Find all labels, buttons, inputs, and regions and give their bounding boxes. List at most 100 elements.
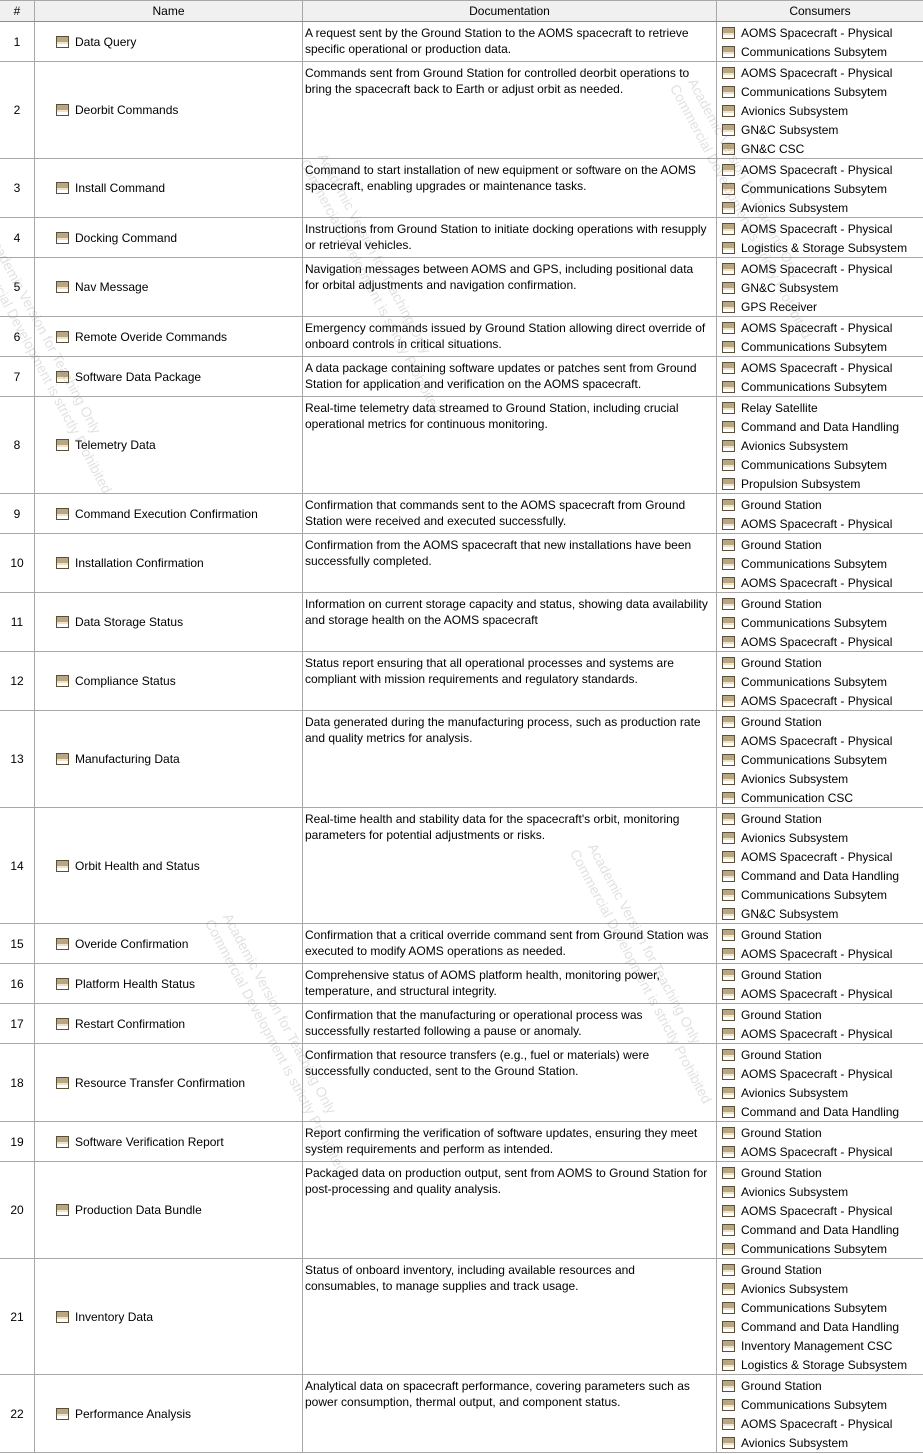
consumers-cell[interactable]: AOMS Spacecraft - Physical Communications… xyxy=(717,159,923,217)
table-row[interactable]: 6 Remote Overide Commands Emergency comman… xyxy=(0,317,923,357)
name-cell[interactable]: Inventory Data xyxy=(35,1259,303,1374)
name-cell[interactable]: Command Execution Confirmation xyxy=(35,494,303,533)
consumer-item[interactable]: GPS Receiver xyxy=(717,297,923,316)
consumers-cell[interactable]: Ground Station Avionics Subsystem AOMS Spa… xyxy=(717,808,923,923)
consumer-item[interactable]: Logistics & Storage Subsystem xyxy=(717,238,923,257)
documentation-cell[interactable]: Confirmation that the manufacturing or o… xyxy=(303,1004,717,1043)
table-row[interactable]: 14 Orbit Health and Status Real-time healt… xyxy=(0,808,923,924)
column-header-name[interactable]: Name xyxy=(35,1,303,21)
consumers-cell[interactable]: Ground Station Communications Subsytem AOM… xyxy=(717,1375,923,1452)
consumer-item[interactable]: Communications Subsytem xyxy=(717,885,923,904)
consumers-cell[interactable]: Ground Station AOMS Spacecraft - Physical… xyxy=(717,1044,923,1121)
consumer-item[interactable]: Relay Satellite xyxy=(717,398,923,417)
consumers-cell[interactable]: Ground Station AOMS Spacecraft - Physical… xyxy=(717,711,923,807)
consumer-item[interactable]: GN&C Subsystem xyxy=(717,278,923,297)
consumer-item[interactable]: Ground Station xyxy=(717,594,923,613)
table-row[interactable]: 7 Software Data Package A data package con… xyxy=(0,357,923,397)
consumer-item[interactable]: AOMS Spacecraft - Physical xyxy=(717,847,923,866)
consumers-cell[interactable]: AOMS Spacecraft - Physical Communications… xyxy=(717,62,923,158)
name-cell[interactable]: Platform Health Status xyxy=(35,964,303,1003)
table-row[interactable]: 3 Install Command Command to start install… xyxy=(0,159,923,218)
consumers-cell[interactable]: Ground Station Communications Subsytem AOM… xyxy=(717,652,923,710)
consumer-item[interactable]: Communications Subsytem xyxy=(717,179,923,198)
name-cell[interactable]: Orbit Health and Status xyxy=(35,808,303,923)
table-row[interactable]: 8 Telemetry Data Real-time telemetry data … xyxy=(0,397,923,494)
consumer-item[interactable]: AOMS Spacecraft - Physical xyxy=(717,731,923,750)
consumer-item[interactable]: GN&C Subsystem xyxy=(717,120,923,139)
consumer-item[interactable]: Communications Subsytem xyxy=(717,1298,923,1317)
table-row[interactable]: 9 Command Execution Confirmation Confirmat… xyxy=(0,494,923,534)
consumer-item[interactable]: AOMS Spacecraft - Physical xyxy=(717,1201,923,1220)
consumer-item[interactable]: Ground Station xyxy=(717,712,923,731)
consumer-item[interactable]: Ground Station xyxy=(717,535,923,554)
consumer-item[interactable]: AOMS Spacecraft - Physical xyxy=(717,219,923,238)
consumer-item[interactable]: Communications Subsytem xyxy=(717,377,923,396)
documentation-cell[interactable]: A data package containing software updat… xyxy=(303,357,717,396)
consumer-item[interactable]: Propulsion Subsystem xyxy=(717,474,923,493)
consumer-item[interactable]: Ground Station xyxy=(717,1163,923,1182)
table-row[interactable]: 2 Deorbit Commands Commands sent from Grou… xyxy=(0,62,923,159)
consumer-item[interactable]: Communications Subsytem xyxy=(717,1239,923,1258)
name-cell[interactable]: Manufacturing Data xyxy=(35,711,303,807)
consumer-item[interactable]: GN&C CSC xyxy=(717,139,923,158)
table-row[interactable]: 10 Installation Confirmation Confirmation … xyxy=(0,534,923,593)
consumer-item[interactable]: Ground Station xyxy=(717,1123,923,1142)
consumer-item[interactable]: Communications Subsytem xyxy=(717,554,923,573)
documentation-cell[interactable]: A request sent by the Ground Station to … xyxy=(303,22,717,61)
table-row[interactable]: 19 Software Verification Report Report con… xyxy=(0,1122,923,1162)
name-cell[interactable]: Restart Confirmation xyxy=(35,1004,303,1043)
documentation-cell[interactable]: Status of onboard inventory, including a… xyxy=(303,1259,717,1374)
documentation-cell[interactable]: Data generated during the manufacturing … xyxy=(303,711,717,807)
name-cell[interactable]: Installation Confirmation xyxy=(35,534,303,592)
consumer-item[interactable]: Communications Subsytem xyxy=(717,42,923,61)
table-row[interactable]: 20 Production Data Bundle Packaged data on… xyxy=(0,1162,923,1259)
consumer-item[interactable]: AOMS Spacecraft - Physical xyxy=(717,573,923,592)
consumers-cell[interactable]: Ground Station Communications Subsytem AOM… xyxy=(717,593,923,651)
consumer-item[interactable]: Command and Data Handling xyxy=(717,1102,923,1121)
consumer-item[interactable]: Avionics Subsystem xyxy=(717,1083,923,1102)
consumers-cell[interactable]: Ground Station Avionics Subsystem AOMS Spa… xyxy=(717,1162,923,1258)
name-cell[interactable]: Data Query xyxy=(35,22,303,61)
name-cell[interactable]: Deorbit Commands xyxy=(35,62,303,158)
consumer-item[interactable]: Avionics Subsystem xyxy=(717,1279,923,1298)
documentation-cell[interactable]: Status report ensuring that all operatio… xyxy=(303,652,717,710)
consumers-cell[interactable]: AOMS Spacecraft - Physical Communications… xyxy=(717,317,923,356)
consumer-item[interactable]: Communications Subsytem xyxy=(717,455,923,474)
consumer-item[interactable]: Command and Data Handling xyxy=(717,417,923,436)
consumers-cell[interactable]: Ground Station AOMS Spacecraft - Physical xyxy=(717,1004,923,1043)
consumer-item[interactable]: Communications Subsytem xyxy=(717,750,923,769)
consumer-item[interactable]: Communications Subsytem xyxy=(717,613,923,632)
consumers-cell[interactable]: Ground Station Communications Subsytem AOM… xyxy=(717,534,923,592)
documentation-cell[interactable]: Command to start installation of new equ… xyxy=(303,159,717,217)
documentation-cell[interactable]: Real-time telemetry data streamed to Gro… xyxy=(303,397,717,493)
documentation-cell[interactable]: Comprehensive status of AOMS platform he… xyxy=(303,964,717,1003)
name-cell[interactable]: Remote Overide Commands xyxy=(35,317,303,356)
documentation-cell[interactable]: Information on current storage capacity … xyxy=(303,593,717,651)
consumer-item[interactable]: AOMS Spacecraft - Physical xyxy=(717,984,923,1003)
table-row[interactable]: 21 Inventory Data Status of onboard invent… xyxy=(0,1259,923,1375)
consumer-item[interactable]: AOMS Spacecraft - Physical xyxy=(717,1064,923,1083)
consumer-item[interactable]: Command and Data Handling xyxy=(717,1317,923,1336)
consumers-cell[interactable]: Ground Station AOMS Spacecraft - Physical xyxy=(717,1122,923,1161)
consumers-cell[interactable]: AOMS Spacecraft - Physical Communications… xyxy=(717,357,923,396)
name-cell[interactable]: Performance Analysis xyxy=(35,1375,303,1452)
documentation-cell[interactable]: Commands sent from Ground Station for co… xyxy=(303,62,717,158)
consumer-item[interactable]: AOMS Spacecraft - Physical xyxy=(717,944,923,963)
consumer-item[interactable]: Ground Station xyxy=(717,1005,923,1024)
name-cell[interactable]: Install Command xyxy=(35,159,303,217)
consumer-item[interactable]: Ground Station xyxy=(717,1260,923,1279)
name-cell[interactable]: Docking Command xyxy=(35,218,303,257)
table-row[interactable]: 22 Performance Analysis Analytical data on… xyxy=(0,1375,923,1453)
table-row[interactable]: 11 Data Storage Status Information on curr… xyxy=(0,593,923,652)
documentation-cell[interactable]: Confirmation that commands sent to the A… xyxy=(303,494,717,533)
consumer-item[interactable]: AOMS Spacecraft - Physical xyxy=(717,23,923,42)
consumer-item[interactable]: Ground Station xyxy=(717,653,923,672)
documentation-cell[interactable]: Instructions from Ground Station to init… xyxy=(303,218,717,257)
consumer-item[interactable]: Ground Station xyxy=(717,1045,923,1064)
consumer-item[interactable]: Avionics Subsystem xyxy=(717,1433,923,1452)
name-cell[interactable]: Overide Confirmation xyxy=(35,924,303,963)
column-header-consumers[interactable]: Consumers xyxy=(717,1,923,21)
consumer-item[interactable]: AOMS Spacecraft - Physical xyxy=(717,1142,923,1161)
consumers-cell[interactable]: Ground Station AOMS Spacecraft - Physical xyxy=(717,964,923,1003)
consumer-item[interactable]: Avionics Subsystem xyxy=(717,198,923,217)
